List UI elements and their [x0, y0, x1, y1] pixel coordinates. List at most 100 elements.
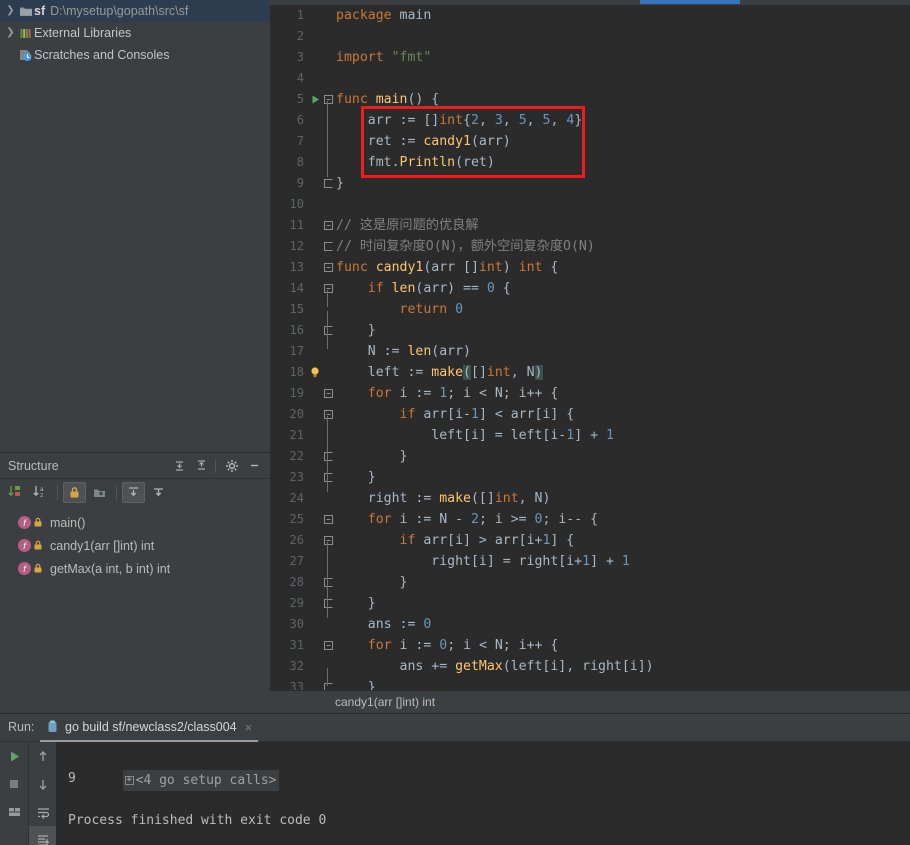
line-number: 17	[289, 344, 304, 358]
fold-marker-close[interactable]	[322, 467, 334, 488]
line-number: 23	[289, 470, 304, 484]
fold-marker-open[interactable]	[322, 89, 334, 110]
code-line[interactable]: 22 }	[270, 446, 910, 467]
layout-icon[interactable]	[0, 798, 28, 826]
line-number: 6	[296, 113, 304, 127]
sort-by-visibility-icon[interactable]	[4, 482, 27, 503]
line-number: 13	[289, 260, 304, 274]
scratches-icon	[17, 48, 34, 62]
collapse-all-icon[interactable]	[191, 456, 211, 476]
code-line[interactable]: 20 if arr[i-1] < arr[i] {	[270, 404, 910, 425]
code-line[interactable]: 21 left[i] = left[i-1] + 1	[270, 425, 910, 446]
scroll-to-end-icon[interactable]	[29, 826, 57, 845]
scroll-to-source-icon[interactable]	[147, 482, 170, 503]
sort-alphabetically-icon[interactable]: az	[29, 482, 52, 503]
fold-marker-open[interactable]	[322, 278, 334, 299]
code-line[interactable]: 1 package main	[270, 5, 910, 26]
fold-marker-open[interactable]	[322, 383, 334, 404]
fold-marker-open[interactable]	[322, 215, 334, 236]
code-line[interactable]: 25 for i := N - 2; i >= 0; i-- {	[270, 509, 910, 530]
fold-marker-open[interactable]	[322, 635, 334, 656]
line-number: 26	[289, 533, 304, 547]
tree-item-external-libraries[interactable]: ❯ External Libraries	[0, 22, 270, 44]
code-line[interactable]: 29 }	[270, 593, 910, 614]
scroll-from-source-icon[interactable]	[122, 481, 145, 503]
tree-item-scratches-and-consoles[interactable]: >Scratches and Consoles	[0, 44, 270, 66]
code-line[interactable]: 17 N := len(arr)	[270, 341, 910, 362]
run-icon[interactable]	[0, 742, 28, 770]
code-line[interactable]: 32 ans += getMax(left[i], right[i])	[270, 656, 910, 677]
divider	[57, 484, 58, 500]
code-line[interactable]: 9}	[270, 173, 910, 194]
close-icon[interactable]: ×	[245, 720, 253, 735]
code-line[interactable]: 14 if len(arr) == 0 {	[270, 278, 910, 299]
fold-marker-open[interactable]	[322, 257, 334, 278]
tree-item-sf[interactable]: ❯ sf D:\mysetup\gopath\src\sf	[0, 0, 270, 22]
fold-marker-open[interactable]	[322, 530, 334, 551]
code-line[interactable]: 7 ret := candy1(arr)	[270, 131, 910, 152]
console-output[interactable]: + <4 go setup calls> 9 Process finished w…	[56, 742, 910, 845]
soft-wrap-icon[interactable]	[29, 798, 57, 826]
code-line[interactable]: 23 }	[270, 467, 910, 488]
expand-all-icon[interactable]	[169, 456, 189, 476]
line-number: 12	[289, 239, 304, 253]
structure-item[interactable]: f getMax(a int, b int) int	[0, 557, 270, 580]
code-line[interactable]: 10	[270, 194, 910, 215]
expand-arrow-icon[interactable]: ❯	[4, 0, 17, 22]
code-line[interactable]: 3 import "fmt"	[270, 47, 910, 68]
console-fold-line[interactable]: + <4 go setup calls>	[60, 747, 910, 791]
group-icon[interactable]	[88, 482, 111, 503]
structure-list[interactable]: f main() f candy1(arr []int) int f getMax(a i…	[0, 505, 270, 580]
fold-connector	[327, 437, 328, 472]
up-arrow-icon[interactable]	[29, 742, 57, 770]
code-line[interactable]: 16 }	[270, 320, 910, 341]
code-content[interactable]: 1 package main 2 3 import "fmt" 4 5 func main()…	[270, 5, 910, 695]
fold-marker-close[interactable]	[322, 446, 334, 467]
breadcrumb[interactable]: candy1(arr []int) int	[270, 690, 910, 713]
code-line[interactable]: 12 // 时间复杂度O(N)，额外空间复杂度O(N)	[270, 236, 910, 257]
settings-gear-icon[interactable]	[222, 456, 242, 476]
show-non-public-icon[interactable]	[63, 481, 86, 503]
code-line[interactable]: 28 }	[270, 572, 910, 593]
code-text: if arr[i] > arr[i+1] {	[399, 533, 575, 548]
code-line[interactable]: 8 fmt.Println(ret)	[270, 152, 910, 173]
code-line[interactable]: 13 func candy1(arr []int) int {	[270, 257, 910, 278]
code-editor[interactable]: 1 package main 2 3 import "fmt" 4 5 func main()…	[270, 0, 910, 695]
expand-fold-icon[interactable]: +	[124, 776, 134, 785]
code-text: import "fmt"	[336, 50, 432, 65]
expand-arrow-icon[interactable]: ❯	[4, 22, 17, 44]
line-number: 19	[289, 386, 304, 400]
intention-bulb-icon[interactable]	[306, 362, 324, 383]
code-line[interactable]: 4	[270, 68, 910, 89]
run-tab[interactable]: go build sf/newclass2/class004 ×	[40, 714, 259, 742]
code-line[interactable]: 5 func main() {	[270, 89, 910, 110]
fold-marker-close[interactable]	[322, 320, 334, 341]
fold-marker-close[interactable]	[322, 173, 334, 194]
fold-marker-close[interactable]	[322, 236, 334, 257]
code-line[interactable]: 31 for i := 0; i < N; i++ {	[270, 635, 910, 656]
code-line[interactable]: 26 if arr[i] > arr[i+1] {	[270, 530, 910, 551]
down-arrow-icon[interactable]	[29, 770, 57, 798]
structure-item[interactable]: f candy1(arr []int) int	[0, 534, 270, 557]
code-line[interactable]: 27 right[i] = right[i+1] + 1	[270, 551, 910, 572]
code-line[interactable]: 15 return 0	[270, 299, 910, 320]
stop-icon[interactable]	[0, 770, 28, 798]
fold-connector	[327, 563, 328, 598]
code-line[interactable]: 19 for i := 1; i < N; i++ {	[270, 383, 910, 404]
hide-panel-icon[interactable]	[244, 456, 264, 476]
fold-marker-open[interactable]	[322, 404, 334, 425]
active-tab-indicator[interactable]	[640, 0, 740, 4]
code-line[interactable]: 18 left := make([]int, N)	[270, 362, 910, 383]
code-line[interactable]: 6 arr := []int{2, 3, 5, 5, 4}	[270, 110, 910, 131]
fold-marker-close[interactable]	[322, 593, 334, 614]
code-line[interactable]: 11 // 这是原问题的优良解	[270, 215, 910, 236]
code-line[interactable]: 24 right := make([]int, N)	[270, 488, 910, 509]
structure-item[interactable]: f main()	[0, 511, 270, 534]
fold-marker-open[interactable]	[322, 509, 334, 530]
fold-marker-close[interactable]	[322, 572, 334, 593]
code-text: left := make([]int, N)	[336, 365, 543, 380]
code-line[interactable]: 2	[270, 26, 910, 47]
code-line[interactable]: 30 ans := 0	[270, 614, 910, 635]
collapsed-fold-chip[interactable]: + <4 go setup calls>	[122, 770, 279, 791]
project-tree-panel[interactable]: ❯ sf D:\mysetup\gopath\src\sf ❯ External Lib…	[0, 0, 270, 452]
